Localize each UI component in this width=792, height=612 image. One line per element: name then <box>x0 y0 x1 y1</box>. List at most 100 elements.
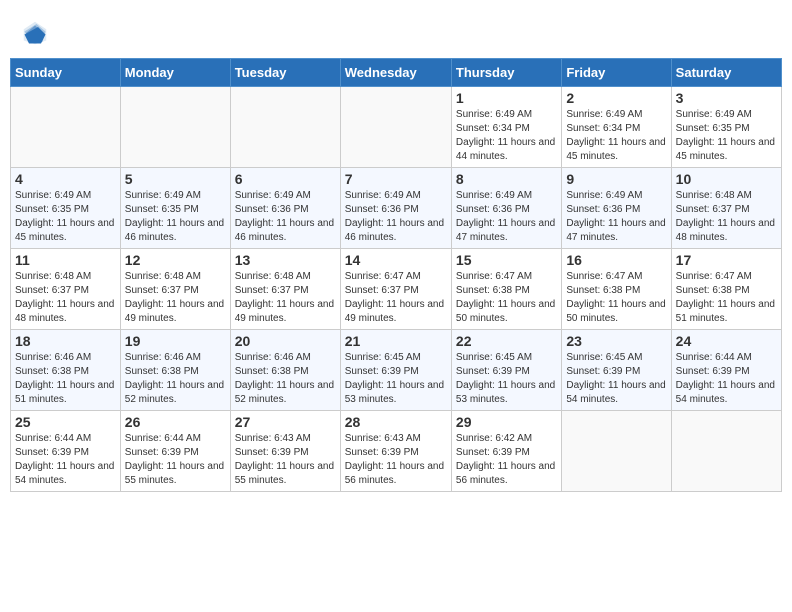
day-info: Sunrise: 6:48 AM Sunset: 6:37 PM Dayligh… <box>125 270 226 326</box>
page-header <box>10 10 782 52</box>
day-number: 17 <box>676 252 777 268</box>
day-info: Sunrise: 6:45 AM Sunset: 6:39 PM Dayligh… <box>566 351 666 407</box>
day-number: 12 <box>125 252 226 268</box>
day-info: Sunrise: 6:49 AM Sunset: 6:36 PM Dayligh… <box>456 189 557 245</box>
calendar-day-cell: 15 Sunrise: 6:47 AM Sunset: 6:38 PM Dayli… <box>451 249 561 330</box>
logo-icon <box>20 18 50 48</box>
day-number: 24 <box>676 333 777 349</box>
calendar-day-cell: 21 Sunrise: 6:45 AM Sunset: 6:39 PM Dayli… <box>340 330 451 411</box>
calendar-day-cell <box>562 411 671 492</box>
calendar-day-cell: 17 Sunrise: 6:47 AM Sunset: 6:38 PM Dayli… <box>671 249 781 330</box>
day-of-week-header: Saturday <box>671 59 781 87</box>
day-info: Sunrise: 6:45 AM Sunset: 6:39 PM Dayligh… <box>456 351 557 407</box>
day-number: 5 <box>125 171 226 187</box>
calendar-day-cell: 8 Sunrise: 6:49 AM Sunset: 6:36 PM Daylig… <box>451 168 561 249</box>
day-number: 21 <box>345 333 447 349</box>
day-info: Sunrise: 6:45 AM Sunset: 6:39 PM Dayligh… <box>345 351 447 407</box>
day-info: Sunrise: 6:49 AM Sunset: 6:36 PM Dayligh… <box>235 189 336 245</box>
day-number: 1 <box>456 90 557 106</box>
day-info: Sunrise: 6:49 AM Sunset: 6:34 PM Dayligh… <box>456 108 557 164</box>
calendar-day-cell: 23 Sunrise: 6:45 AM Sunset: 6:39 PM Dayli… <box>562 330 671 411</box>
day-number: 22 <box>456 333 557 349</box>
calendar-day-cell: 20 Sunrise: 6:46 AM Sunset: 6:38 PM Dayli… <box>230 330 340 411</box>
calendar-week-row: 18Sunrise: 6:46 AM Sunset: 6:38 PM Dayli… <box>11 330 782 411</box>
day-of-week-header: Thursday <box>451 59 561 87</box>
calendar-week-row: 1 Sunrise: 6:49 AM Sunset: 6:34 PM Daylig… <box>11 87 782 168</box>
day-info: Sunrise: 6:47 AM Sunset: 6:38 PM Dayligh… <box>676 270 777 326</box>
day-info: Sunrise: 6:49 AM Sunset: 6:36 PM Dayligh… <box>345 189 447 245</box>
calendar-day-cell: 18Sunrise: 6:46 AM Sunset: 6:38 PM Dayli… <box>11 330 121 411</box>
calendar-day-cell <box>11 87 121 168</box>
calendar-day-cell: 26Sunrise: 6:44 AM Sunset: 6:39 PM Dayli… <box>120 411 230 492</box>
day-number: 28 <box>345 414 447 430</box>
calendar-week-row: 4 Sunrise: 6:49 AM Sunset: 6:35 PM Daylig… <box>11 168 782 249</box>
day-info: Sunrise: 6:49 AM Sunset: 6:35 PM Dayligh… <box>15 189 116 245</box>
calendar-day-cell: 22 Sunrise: 6:45 AM Sunset: 6:39 PM Dayli… <box>451 330 561 411</box>
day-number: 27 <box>235 414 336 430</box>
day-number: 20 <box>235 333 336 349</box>
calendar-day-cell <box>671 411 781 492</box>
calendar-day-cell: 7 Sunrise: 6:49 AM Sunset: 6:36 PM Daylig… <box>340 168 451 249</box>
calendar-day-cell: 10 Sunrise: 6:48 AM Sunset: 6:37 PM Dayli… <box>671 168 781 249</box>
calendar-day-cell: 5 Sunrise: 6:49 AM Sunset: 6:35 PM Daylig… <box>120 168 230 249</box>
calendar-header-row: SundayMondayTuesdayWednesdayThursdayFrid… <box>11 59 782 87</box>
calendar-day-cell: 3 Sunrise: 6:49 AM Sunset: 6:35 PM Daylig… <box>671 87 781 168</box>
day-info: Sunrise: 6:49 AM Sunset: 6:35 PM Dayligh… <box>125 189 226 245</box>
day-number: 15 <box>456 252 557 268</box>
calendar-day-cell: 16 Sunrise: 6:47 AM Sunset: 6:38 PM Dayli… <box>562 249 671 330</box>
day-info: Sunrise: 6:44 AM Sunset: 6:39 PM Dayligh… <box>15 432 116 488</box>
day-info: Sunrise: 6:49 AM Sunset: 6:34 PM Dayligh… <box>566 108 666 164</box>
calendar-week-row: 11 Sunrise: 6:48 AM Sunset: 6:37 PM Dayli… <box>11 249 782 330</box>
calendar-day-cell: 25 Sunrise: 6:44 AM Sunset: 6:39 PM Dayli… <box>11 411 121 492</box>
calendar-day-cell: 28 Sunrise: 6:43 AM Sunset: 6:39 PM Dayli… <box>340 411 451 492</box>
day-info: Sunrise: 6:46 AM Sunset: 6:38 PM Dayligh… <box>125 351 226 407</box>
day-info: Sunrise: 6:43 AM Sunset: 6:39 PM Dayligh… <box>235 432 336 488</box>
calendar-day-cell <box>230 87 340 168</box>
day-of-week-header: Tuesday <box>230 59 340 87</box>
day-number: 4 <box>15 171 116 187</box>
calendar-day-cell: 13 Sunrise: 6:48 AM Sunset: 6:37 PM Dayli… <box>230 249 340 330</box>
calendar-day-cell <box>340 87 451 168</box>
day-info: Sunrise: 6:46 AM Sunset: 6:38 PM Dayligh… <box>235 351 336 407</box>
day-number: 25 <box>15 414 116 430</box>
day-number: 7 <box>345 171 447 187</box>
calendar-day-cell <box>120 87 230 168</box>
day-number: 11 <box>15 252 116 268</box>
calendar-day-cell: 12 Sunrise: 6:48 AM Sunset: 6:37 PM Dayli… <box>120 249 230 330</box>
calendar-day-cell: 14 Sunrise: 6:47 AM Sunset: 6:37 PM Dayli… <box>340 249 451 330</box>
day-number: 9 <box>566 171 666 187</box>
day-info: Sunrise: 6:47 AM Sunset: 6:38 PM Dayligh… <box>456 270 557 326</box>
logo <box>20 18 54 48</box>
day-info: Sunrise: 6:47 AM Sunset: 6:37 PM Dayligh… <box>345 270 447 326</box>
calendar-day-cell: 9Sunrise: 6:49 AM Sunset: 6:36 PM Daylig… <box>562 168 671 249</box>
day-info: Sunrise: 6:49 AM Sunset: 6:35 PM Dayligh… <box>676 108 777 164</box>
day-number: 2 <box>566 90 666 106</box>
day-number: 14 <box>345 252 447 268</box>
calendar-day-cell: 4 Sunrise: 6:49 AM Sunset: 6:35 PM Daylig… <box>11 168 121 249</box>
day-info: Sunrise: 6:44 AM Sunset: 6:39 PM Dayligh… <box>125 432 226 488</box>
calendar-day-cell: 29 Sunrise: 6:42 AM Sunset: 6:39 PM Dayli… <box>451 411 561 492</box>
day-info: Sunrise: 6:43 AM Sunset: 6:39 PM Dayligh… <box>345 432 447 488</box>
day-info: Sunrise: 6:47 AM Sunset: 6:38 PM Dayligh… <box>566 270 666 326</box>
day-of-week-header: Sunday <box>11 59 121 87</box>
day-number: 23 <box>566 333 666 349</box>
day-number: 10 <box>676 171 777 187</box>
day-of-week-header: Wednesday <box>340 59 451 87</box>
day-number: 3 <box>676 90 777 106</box>
day-number: 29 <box>456 414 557 430</box>
day-info: Sunrise: 6:42 AM Sunset: 6:39 PM Dayligh… <box>456 432 557 488</box>
calendar-day-cell: 27 Sunrise: 6:43 AM Sunset: 6:39 PM Dayli… <box>230 411 340 492</box>
day-number: 16 <box>566 252 666 268</box>
day-info: Sunrise: 6:48 AM Sunset: 6:37 PM Dayligh… <box>676 189 777 245</box>
day-number: 13 <box>235 252 336 268</box>
day-info: Sunrise: 6:46 AM Sunset: 6:38 PM Dayligh… <box>15 351 116 407</box>
day-number: 8 <box>456 171 557 187</box>
calendar-week-row: 25 Sunrise: 6:44 AM Sunset: 6:39 PM Dayli… <box>11 411 782 492</box>
calendar-day-cell: 19Sunrise: 6:46 AM Sunset: 6:38 PM Dayli… <box>120 330 230 411</box>
day-info: Sunrise: 6:48 AM Sunset: 6:37 PM Dayligh… <box>235 270 336 326</box>
calendar-day-cell: 24Sunrise: 6:44 AM Sunset: 6:39 PM Dayli… <box>671 330 781 411</box>
day-of-week-header: Monday <box>120 59 230 87</box>
calendar-day-cell: 6Sunrise: 6:49 AM Sunset: 6:36 PM Daylig… <box>230 168 340 249</box>
day-of-week-header: Friday <box>562 59 671 87</box>
calendar-day-cell: 1 Sunrise: 6:49 AM Sunset: 6:34 PM Daylig… <box>451 87 561 168</box>
